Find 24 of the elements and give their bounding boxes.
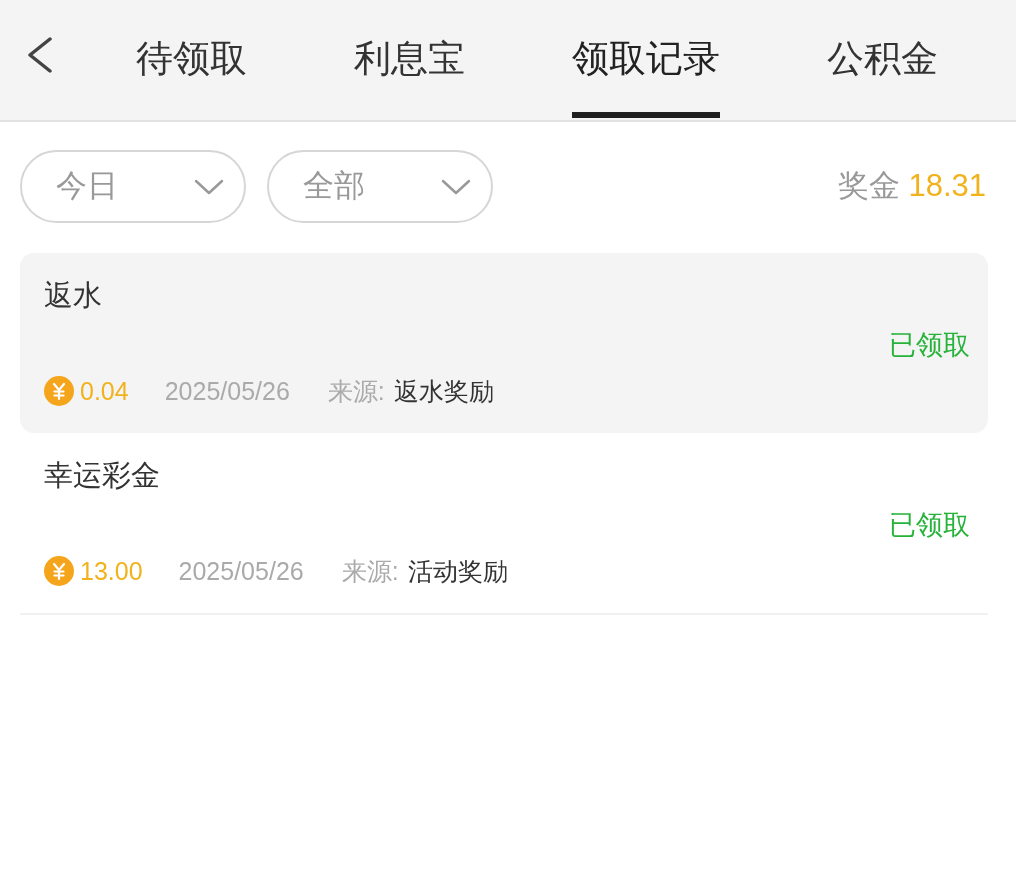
source-label: 来源:	[327, 376, 385, 407]
record-title: 返水	[44, 278, 103, 313]
tab[interactable]: 公积金	[827, 0, 938, 118]
source-value: 返水奖励	[393, 376, 494, 407]
record-status: 已领取	[889, 329, 970, 362]
record-amount: 0.04	[80, 376, 129, 407]
record-title: 幸运彩金	[44, 458, 161, 493]
tab[interactable]: 领取记录	[572, 0, 720, 118]
yen-coin-icon	[44, 376, 74, 406]
tab[interactable]: 利息宝	[354, 0, 465, 118]
record-card[interactable]: 返水 已领取 0.04 2025/05/26 来源: 返水奖励	[20, 253, 988, 433]
record-date: 2025/05/26	[164, 376, 290, 407]
tab[interactable]: 待领取	[136, 0, 247, 118]
record-status: 已领取	[889, 509, 970, 542]
record-card[interactable]: 幸运彩金 已领取 13.00 2025/05/26 来源: 活动奖励	[20, 433, 988, 615]
chevron-down-icon	[194, 178, 224, 195]
bonus-label: 奖金	[838, 167, 901, 206]
chevron-down-icon	[441, 178, 471, 195]
yen-coin-icon	[44, 556, 74, 586]
bonus-amount: 18.31	[908, 167, 986, 206]
record-date: 2025/05/26	[178, 556, 304, 587]
source-value: 活动奖励	[407, 556, 508, 587]
record-amount: 13.00	[80, 556, 143, 587]
source-label: 来源:	[341, 556, 399, 587]
